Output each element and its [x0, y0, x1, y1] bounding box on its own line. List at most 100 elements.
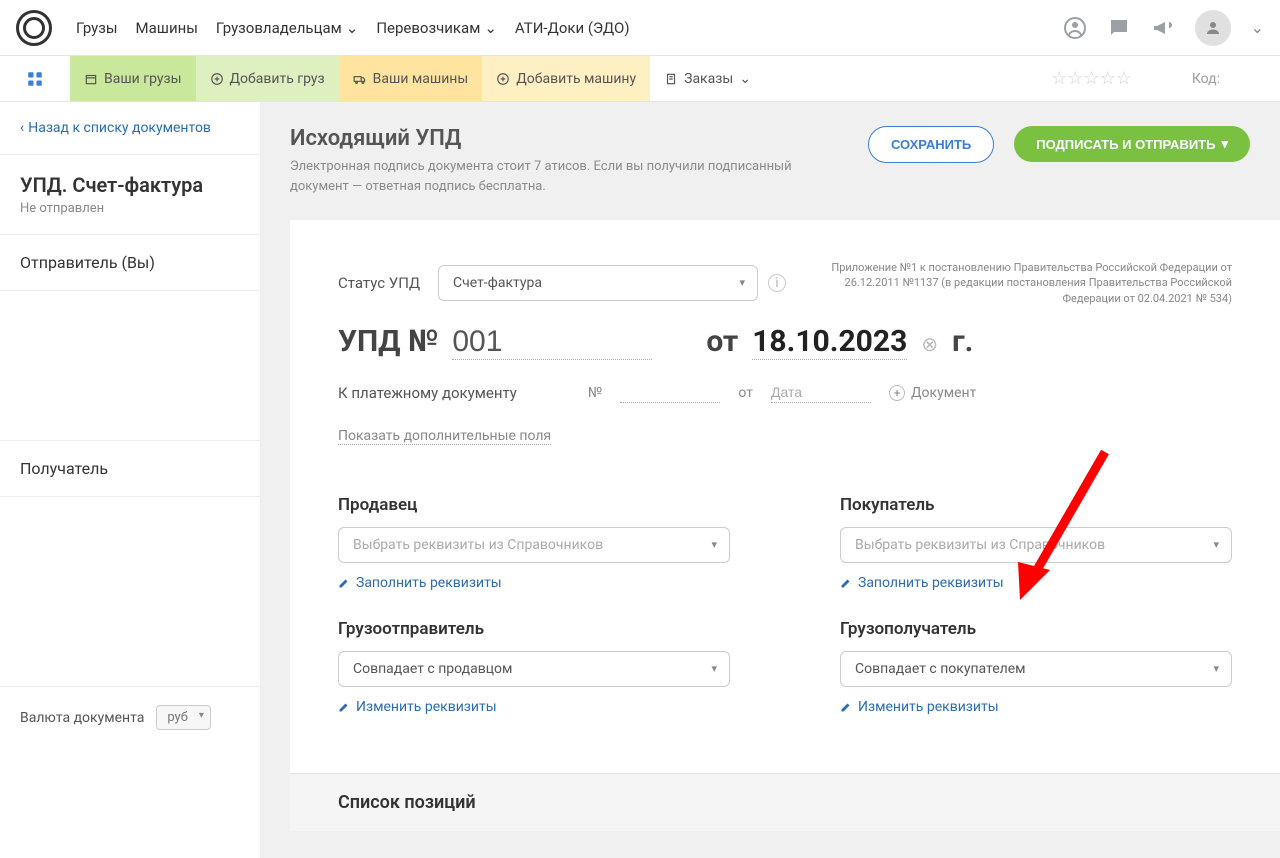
plus-circle-icon: +: [889, 385, 905, 401]
status-row: Статус УПД Счет-фактура i Приложение №1 …: [338, 260, 1232, 306]
seller-block: Продавец Выбрать реквизиты из Справочник…: [338, 495, 730, 743]
page-subtitle: Электронная подпись документа стоит 7 ат…: [290, 157, 848, 196]
doc-status: Не отправлен: [20, 201, 240, 216]
back-link[interactable]: ‹ Назад к списку документов: [20, 120, 240, 136]
from-label: от: [706, 324, 738, 359]
header-text: Исходящий УПД Электронная подпись докуме…: [290, 126, 848, 196]
sign-send-button[interactable]: ПОДПИСАТЬ И ОТПРАВИТЬ ▾: [1014, 126, 1250, 162]
payment-doc-label: К платежному документу: [338, 384, 570, 402]
payment-date-input[interactable]: [771, 382, 871, 403]
logo-icon[interactable]: [16, 10, 52, 46]
sidebar-spacer: [0, 291, 260, 441]
parties-row: Продавец Выбрать реквизиты из Справочник…: [338, 495, 1232, 743]
back-block: ‹ Назад к списку документов: [0, 102, 260, 155]
recipient-label: Получатель: [20, 459, 240, 478]
sub-nav: Ваши грузы Добавить груз Ваши машины Доб…: [0, 56, 1280, 102]
num-label: №: [588, 385, 602, 401]
nav-cargo[interactable]: Грузы: [76, 19, 118, 37]
add-doc-label: Документ: [911, 385, 976, 401]
nav-vehicles[interactable]: Машины: [136, 19, 198, 37]
positions-title: Список позиций: [338, 792, 1232, 813]
link-label: Заполнить реквизиты: [356, 575, 502, 591]
doc-title: УПД. Счет-фактура: [20, 173, 240, 197]
back-label: Назад к списку документов: [28, 120, 211, 136]
shipper-change-link[interactable]: Изменить реквизиты: [338, 699, 730, 715]
megaphone-icon[interactable]: [1151, 16, 1175, 40]
nav-carriers[interactable]: Перевозчикам⌄: [376, 19, 497, 37]
layout: ‹ Назад к списку документов УПД. Счет-фа…: [0, 102, 1280, 858]
date-input[interactable]: 18.10.2023: [752, 324, 907, 360]
sender-label: Отправитель (Вы): [20, 253, 240, 272]
sender-section[interactable]: Отправитель (Вы): [0, 235, 260, 291]
seller-select[interactable]: Выбрать реквизиты из Справочников: [338, 527, 730, 563]
status-select[interactable]: Счет-фактура: [438, 265, 758, 301]
user-circle-icon[interactable]: [1063, 16, 1087, 40]
chevron-down-icon: ⌄: [484, 19, 497, 37]
show-more-fields-link[interactable]: Показать дополнительные поля: [338, 428, 551, 445]
buyer-title: Покупатель: [840, 495, 1232, 515]
button-label: ПОДПИСАТЬ И ОТПРАВИТЬ: [1036, 137, 1215, 152]
link-label: Заполнить реквизиты: [858, 575, 1004, 591]
save-button[interactable]: СОХРАНИТЬ: [868, 126, 994, 163]
tab-label: Ваши грузы: [104, 71, 182, 87]
clear-date-icon[interactable]: ⊗: [921, 332, 938, 356]
consignee-change-link[interactable]: Изменить реквизиты: [840, 699, 1232, 715]
add-vehicle-tab[interactable]: Добавить машину: [482, 56, 650, 101]
tab-label: Добавить груз: [230, 71, 325, 87]
chevron-down-icon: ⌄: [346, 19, 359, 37]
info-icon[interactable]: i: [768, 274, 786, 292]
your-vehicles-tab[interactable]: Ваши машины: [339, 56, 483, 101]
apps-icon[interactable]: [0, 56, 70, 101]
doc-info-block: УПД. Счет-фактура Не отправлен: [0, 155, 260, 235]
top-nav: Грузы Машины Грузовладельцам⌄ Перевозчик…: [0, 0, 1280, 56]
buyer-select[interactable]: Выбрать реквизиты из Справочников: [840, 527, 1232, 563]
add-cargo-tab[interactable]: Добавить груз: [196, 56, 339, 101]
upd-number-input[interactable]: [452, 325, 652, 360]
plus-circle-icon: [496, 72, 510, 86]
nav-links: Грузы Машины Грузовладельцам⌄ Перевозчик…: [76, 19, 1063, 37]
nav-right: ⌄: [1063, 10, 1264, 46]
chat-icon[interactable]: [1107, 16, 1131, 40]
add-document-link[interactable]: + Документ: [889, 385, 976, 401]
seller-title: Продавец: [338, 495, 730, 515]
legal-text: Приложение №1 к постановлению Правительс…: [796, 260, 1232, 306]
shipper-title: Грузоотправитель: [338, 619, 730, 639]
orders-tab[interactable]: Заказы ⌄: [650, 56, 765, 101]
avatar-icon[interactable]: [1195, 10, 1231, 46]
nav-ati-docs[interactable]: АТИ-Доки (ЭДО): [515, 19, 630, 37]
currency-select[interactable]: руб: [156, 705, 211, 730]
currency-row: Валюта документа руб: [0, 687, 260, 748]
plus-circle-icon: [210, 72, 224, 86]
year-suffix: г.: [952, 324, 973, 359]
rating-stars[interactable]: ☆☆☆☆☆: [1051, 68, 1192, 89]
consignee-select[interactable]: Совпадает с покупателем: [840, 651, 1232, 687]
pencil-icon: [840, 701, 852, 713]
from2-label: от: [738, 385, 753, 401]
recipient-section[interactable]: Получатель: [0, 441, 260, 497]
content-card: Статус УПД Счет-фактура i Приложение №1 …: [290, 220, 1280, 831]
clipboard-icon: [664, 72, 678, 86]
chevron-down-icon[interactable]: ⌄: [1251, 18, 1264, 37]
chevron-left-icon: ‹: [20, 120, 24, 136]
shipper-select[interactable]: Совпадает с продавцом: [338, 651, 730, 687]
status-label: Статус УПД: [338, 274, 428, 292]
buyer-fill-link[interactable]: Заполнить реквизиты: [840, 575, 1232, 591]
nav-cargo-owners[interactable]: Грузовладельцам⌄: [216, 19, 358, 37]
positions-header: Список позиций: [290, 773, 1280, 831]
truck-icon: [353, 72, 367, 86]
pencil-icon: [338, 701, 350, 713]
your-cargo-tab[interactable]: Ваши грузы: [70, 56, 196, 101]
pencil-icon: [840, 577, 852, 589]
upd-number-label: УПД №: [338, 324, 438, 359]
sidebar-spacer: [0, 497, 260, 687]
chevron-down-icon: ▾: [1221, 136, 1228, 152]
seller-fill-link[interactable]: Заполнить реквизиты: [338, 575, 730, 591]
payment-doc-row: К платежному документу № от + Документ: [338, 382, 1232, 403]
pencil-icon: [338, 577, 350, 589]
upd-number-row: УПД № от 18.10.2023 ⊗ г.: [338, 324, 1232, 360]
payment-number-input[interactable]: [620, 382, 720, 403]
consignee-title: Грузополучатель: [840, 619, 1232, 639]
tab-label: Ваши машины: [373, 71, 469, 87]
link-label: Изменить реквизиты: [356, 699, 497, 715]
header-bar: Исходящий УПД Электронная подпись докуме…: [260, 102, 1280, 208]
